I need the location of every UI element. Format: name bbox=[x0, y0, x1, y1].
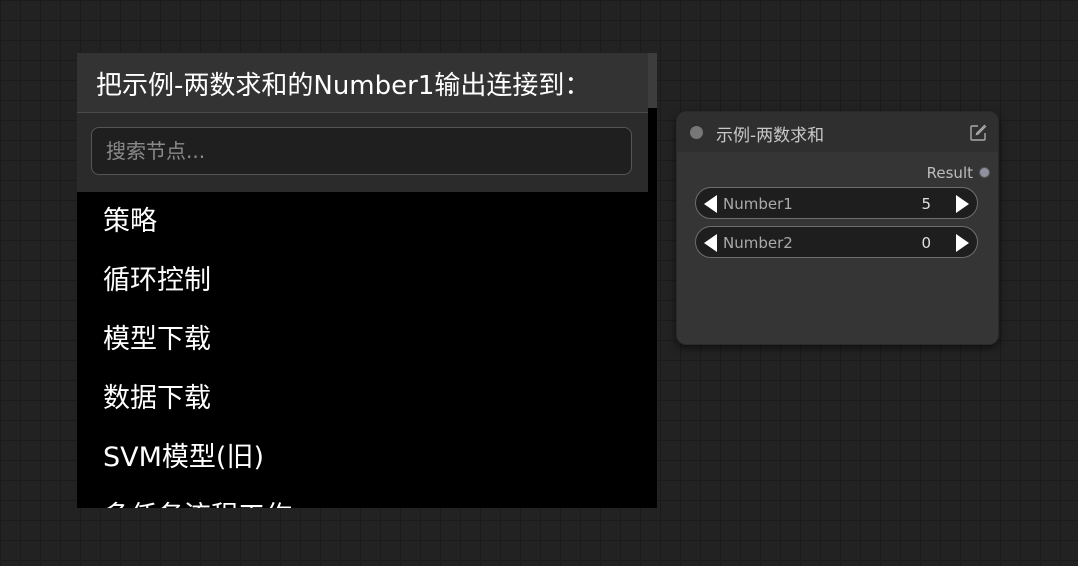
result-item-loop-control[interactable]: 循环控制 bbox=[77, 251, 657, 310]
decrement-arrow-icon[interactable] bbox=[704, 195, 717, 213]
widget-value[interactable]: 5 bbox=[921, 195, 931, 213]
edit-icon[interactable] bbox=[969, 124, 987, 142]
search-input[interactable] bbox=[91, 127, 632, 175]
decrement-arrow-icon[interactable] bbox=[704, 234, 717, 252]
sum-node[interactable]: 示例-两数求和 Result Number1 5 Number2 0 bbox=[676, 111, 999, 345]
number2-widget[interactable]: Number2 0 bbox=[695, 226, 978, 258]
result-item-multitask[interactable]: 多任务流程工作 bbox=[77, 487, 657, 508]
result-item-svm-model[interactable]: SVM模型(旧) bbox=[77, 428, 657, 487]
result-item-strategy[interactable]: 策略 bbox=[77, 192, 657, 251]
result-item-data-download[interactable]: 数据下载 bbox=[77, 369, 657, 428]
increment-arrow-icon[interactable] bbox=[956, 195, 969, 213]
node-title: 示例-两数求和 bbox=[716, 126, 825, 146]
node-header[interactable]: 示例-两数求和 bbox=[677, 112, 998, 152]
output-label: Result bbox=[926, 164, 973, 182]
node-search-dialog: 把示例-两数求和的Number1输出连接到： 策略 循环控制 模型下载 数据下载… bbox=[77, 53, 657, 508]
widget-label: Number2 bbox=[723, 234, 793, 252]
search-bar bbox=[77, 113, 648, 192]
output-slot-dot[interactable] bbox=[979, 167, 990, 178]
widget-label: Number1 bbox=[723, 195, 793, 213]
increment-arrow-icon[interactable] bbox=[956, 234, 969, 252]
search-results-list: 策略 循环控制 模型下载 数据下载 SVM模型(旧) 多任务流程工作 bbox=[77, 192, 657, 508]
dialog-scrollbar[interactable] bbox=[648, 53, 657, 108]
result-item-model-download[interactable]: 模型下载 bbox=[77, 310, 657, 369]
dialog-header: 把示例-两数求和的Number1输出连接到： bbox=[77, 53, 648, 113]
dialog-title: 把示例-两数求和的Number1输出连接到： bbox=[96, 71, 591, 101]
number1-widget[interactable]: Number1 5 bbox=[695, 187, 978, 219]
node-collapse-dot[interactable] bbox=[690, 126, 703, 139]
widget-value[interactable]: 0 bbox=[921, 234, 931, 252]
